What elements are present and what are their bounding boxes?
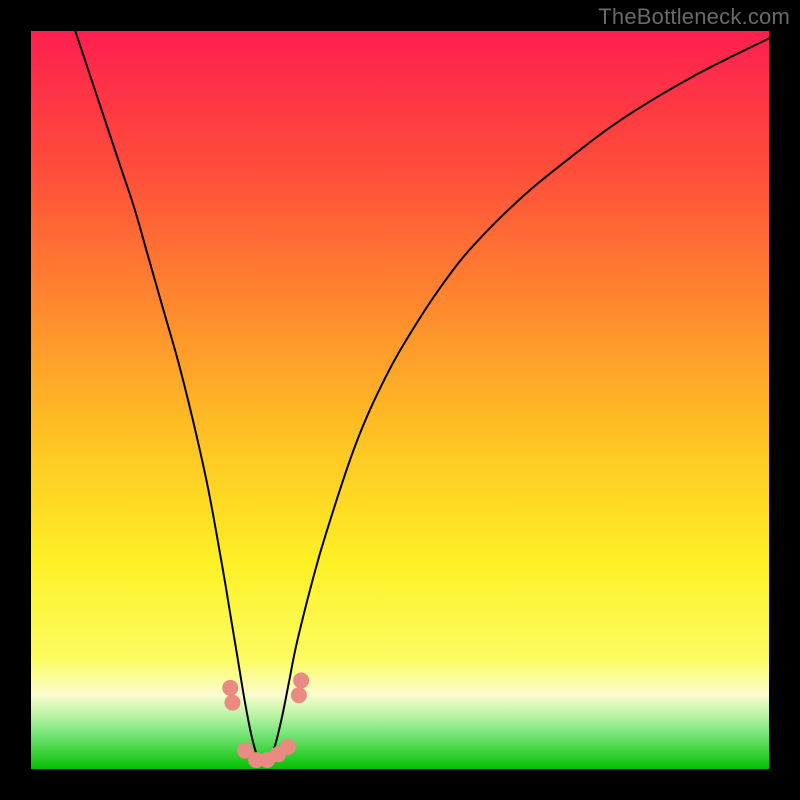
- curve-marker: [222, 680, 238, 696]
- plot-svg: [31, 31, 769, 769]
- watermark-text: TheBottleneck.com: [598, 4, 790, 30]
- gradient-background: [31, 31, 769, 769]
- curve-marker: [293, 672, 309, 688]
- chart-frame: TheBottleneck.com: [0, 0, 800, 800]
- curve-marker: [280, 739, 296, 755]
- curve-marker: [224, 695, 240, 711]
- plot-area: [31, 31, 769, 769]
- curve-marker: [291, 687, 307, 703]
